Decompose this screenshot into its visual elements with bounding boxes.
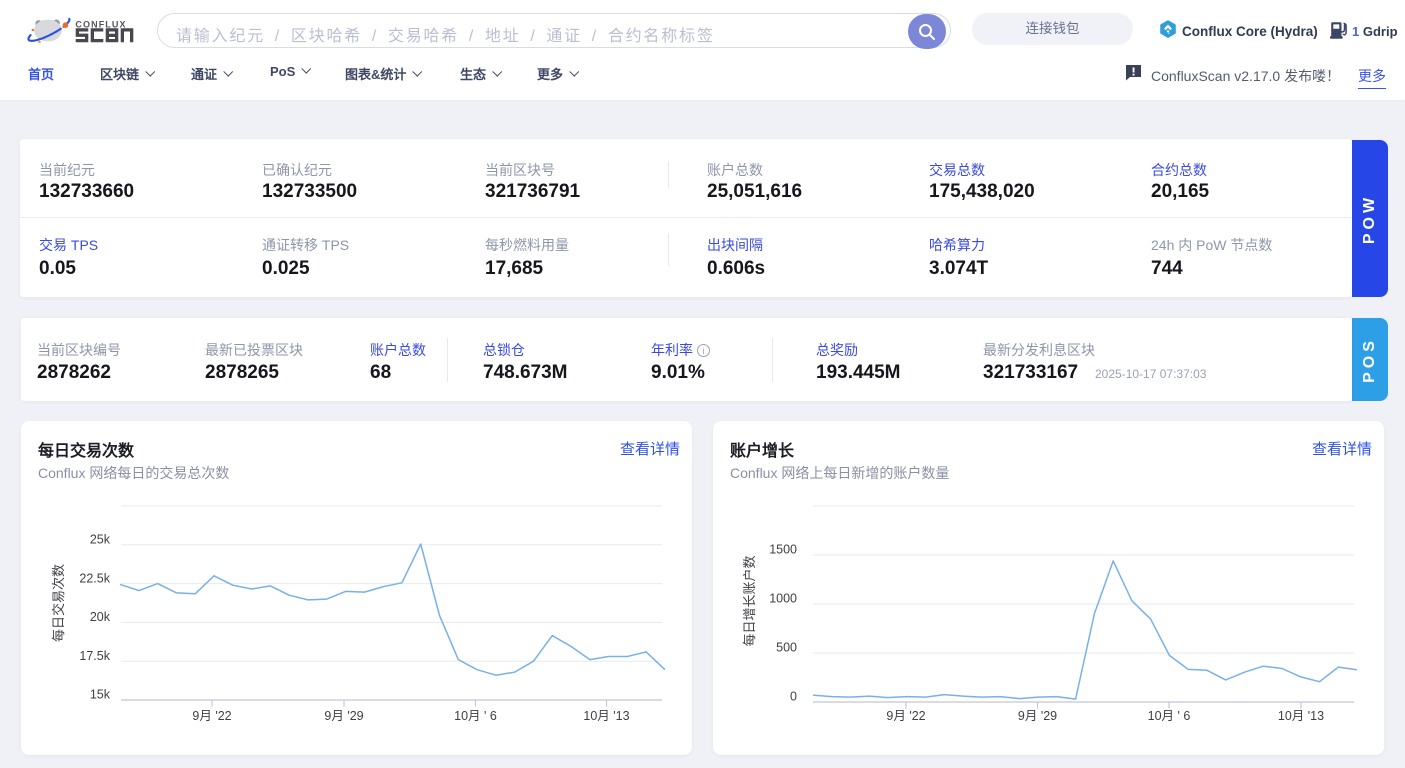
svg-text:9月 '22: 9月 '22 — [886, 709, 925, 723]
svg-text:10月 '13: 10月 '13 — [1278, 709, 1324, 723]
svg-text:0: 0 — [790, 690, 797, 704]
svg-text:CONFLUX: CONFLUX — [75, 19, 126, 29]
svg-text:每日交易次数: 每日交易次数 — [51, 564, 66, 642]
svg-text:每日增长账户数: 每日增长账户数 — [742, 555, 757, 646]
svg-text:20k: 20k — [90, 610, 111, 624]
svg-text:1000: 1000 — [769, 592, 797, 606]
svg-text:22.5k: 22.5k — [79, 571, 110, 585]
svg-text:9月 '29: 9月 '29 — [324, 709, 363, 723]
svg-text:10月 ' 6: 10月 ' 6 — [1148, 709, 1191, 723]
svg-text:25k: 25k — [90, 533, 111, 547]
svg-text:10月 ' 6: 10月 ' 6 — [454, 709, 497, 723]
svg-text:17.5k: 17.5k — [79, 649, 110, 663]
svg-text:1500: 1500 — [769, 543, 797, 557]
svg-text:500: 500 — [776, 641, 797, 655]
svg-text:9月 '29: 9月 '29 — [1018, 709, 1057, 723]
svg-text:10月 '13: 10月 '13 — [583, 709, 629, 723]
svg-text:15k: 15k — [90, 688, 111, 702]
svg-text:9月 '22: 9月 '22 — [192, 709, 231, 723]
